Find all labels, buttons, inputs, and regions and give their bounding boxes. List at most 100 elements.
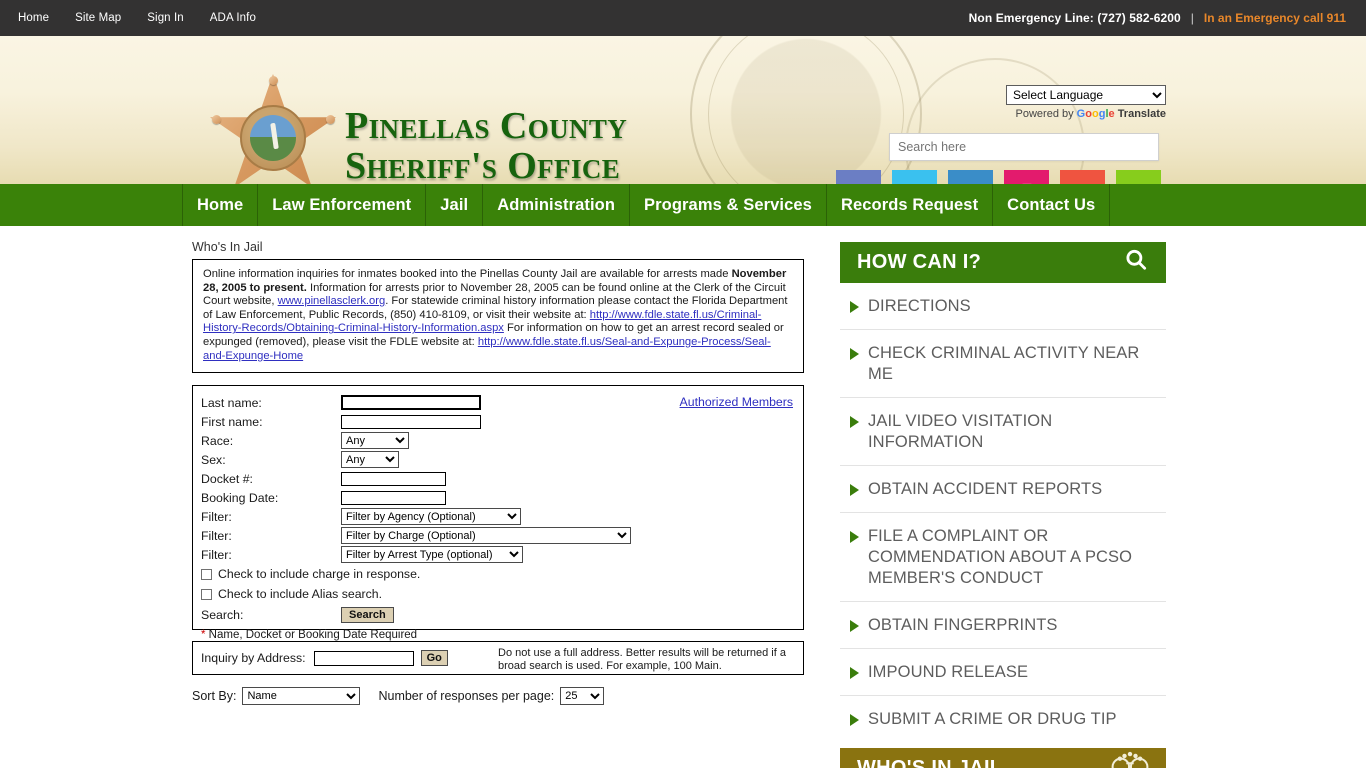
topbar-link-site-map[interactable]: Site Map <box>75 12 121 24</box>
sort-by-select[interactable]: Name <box>242 687 361 706</box>
form-row-filter-agency: Filter: Filter by Agency (Optional) <box>193 507 803 526</box>
sidebar-item-directions[interactable]: DIRECTIONS <box>840 283 1166 330</box>
form-row-filter-charge: Filter: Filter by Charge (Optional) <box>193 526 803 545</box>
sort-controls: Sort By: Name Number of responses per pa… <box>192 687 804 706</box>
topbar-link-ada-info[interactable]: ADA Info <box>210 12 256 24</box>
sidebar-item-label: SUBMIT A CRIME OR DRUG TIP <box>868 710 1117 728</box>
language-select[interactable]: Select Language <box>1006 85 1166 105</box>
inmate-search-form: Authorized Members Last name: First name… <box>192 385 804 641</box>
whos-in-jail-title: WHO'S IN JAIL <box>857 756 1003 768</box>
social-links <box>836 170 1161 184</box>
filter-charge-label: Filter: <box>201 528 232 543</box>
nav-item-administration[interactable]: Administration <box>483 184 631 226</box>
main-navigation: Home Law Enforcement Jail Administration… <box>0 184 1366 226</box>
sort-by-label: Sort By: <box>192 689 237 704</box>
sidebar-item-obtain-fingerprints[interactable]: OBTAIN FINGERPRINTS <box>840 602 1166 649</box>
booking-date-input[interactable] <box>341 490 446 505</box>
chevron-right-icon <box>850 667 859 679</box>
youtube-play-icon[interactable] <box>1060 170 1105 184</box>
notice-text-1: Online information inquiries for inmates… <box>203 268 732 280</box>
filter-arrest-type-select[interactable]: Filter by Arrest Type (optional) <box>341 546 523 564</box>
sidebar-item-label: DIRECTIONS <box>868 297 971 315</box>
sidebar-item-file-a-complaint[interactable]: FILE A COMPLAINT OR COMMENDATION ABOUT A… <box>840 513 1166 602</box>
instagram-icon[interactable] <box>1004 170 1049 184</box>
site-title: Pinellas County Sheriff's Office <box>345 106 627 184</box>
linkedin-icon[interactable] <box>948 170 993 184</box>
per-page-select[interactable]: 25 <box>560 687 605 706</box>
twitter-icon[interactable] <box>892 170 937 184</box>
address-hint: Do not use a full address. Better result… <box>498 647 786 673</box>
filter-charge-select[interactable]: Filter by Charge (Optional) <box>341 527 631 545</box>
chevron-right-icon <box>850 348 859 360</box>
page-body: Who's In Jail Online information inquiri… <box>0 226 1366 768</box>
sidebar-item-label: OBTAIN ACCIDENT REPORTS <box>868 480 1103 498</box>
nav-item-programs-services[interactable]: Programs & Services <box>630 184 827 226</box>
first-name-input[interactable] <box>341 414 481 429</box>
form-row-filter-arrest-type: Filter: Filter by Arrest Type (optional) <box>193 545 803 564</box>
google-wordmark: Google <box>1076 108 1115 120</box>
form-row-include-alias[interactable]: Check to include Alias search. <box>193 584 803 604</box>
sidebar-list: DIRECTIONS CHECK CRIMINAL ACTIVITY NEAR … <box>840 283 1166 742</box>
search-label: Search: <box>201 608 244 623</box>
inquiry-by-address-box: Inquiry by Address: Go Do not use a full… <box>192 641 804 676</box>
nav-item-records-request[interactable]: Records Request <box>827 184 994 226</box>
docket-input[interactable] <box>341 471 446 486</box>
filter-agency-label: Filter: <box>201 509 232 524</box>
nav-item-law-enforcement[interactable]: Law Enforcement <box>258 184 427 226</box>
sidebar-item-check-criminal-activity[interactable]: CHECK CRIMINAL ACTIVITY NEAR ME <box>840 330 1166 398</box>
emergency-info: Non Emergency Line: (727) 582-6200 | In … <box>969 11 1346 25</box>
handcuffs-icon <box>1108 751 1152 768</box>
topbar-link-home[interactable]: Home <box>18 12 49 24</box>
sex-select[interactable]: Any <box>341 451 399 469</box>
chevron-right-icon <box>850 620 859 632</box>
filter-agency-select[interactable]: Filter by Agency (Optional) <box>341 508 521 526</box>
booking-date-label: Booking Date: <box>201 490 279 505</box>
sidebar-item-submit-a-tip[interactable]: SUBMIT A CRIME OR DRUG TIP <box>840 696 1166 742</box>
powered-by-label: Powered by <box>1015 108 1074 120</box>
powered-by-google-translate: Powered by Google Translate <box>1006 108 1166 120</box>
facebook-icon[interactable] <box>836 170 881 184</box>
header-search-input[interactable] <box>889 133 1159 161</box>
last-name-input[interactable] <box>341 395 481 411</box>
address-go-button[interactable]: Go <box>420 650 448 667</box>
sidebar-item-jail-video-visitation[interactable]: JAIL VIDEO VISITATION INFORMATION <box>840 398 1166 466</box>
search-button[interactable]: Search <box>341 607 394 624</box>
filter-arrest-type-label: Filter: <box>201 547 232 562</box>
main-content: Online information inquiries for inmates… <box>192 259 804 706</box>
sidebar-item-obtain-accident-reports[interactable]: OBTAIN ACCIDENT REPORTS <box>840 466 1166 513</box>
sheriff-star-badge-icon <box>210 74 336 184</box>
authorized-members-link[interactable]: Authorized Members <box>680 395 793 409</box>
form-row-include-charge[interactable]: Check to include charge in response. <box>193 564 803 584</box>
form-row-first-name: First name: <box>193 412 803 431</box>
inquiry-by-address-input[interactable] <box>313 650 414 666</box>
magnifier-icon[interactable] <box>1123 247 1149 278</box>
include-charge-checkbox[interactable] <box>201 568 212 580</box>
docket-label: Docket #: <box>201 471 253 486</box>
site-title-line2: Sheriff's Office <box>345 145 621 184</box>
form-row-search: Search: Search <box>193 604 803 626</box>
sidebar-item-label: IMPOUND RELEASE <box>868 663 1029 681</box>
chevron-right-icon <box>850 416 859 428</box>
whos-in-jail-banner[interactable]: WHO'S IN JAIL <box>840 748 1166 768</box>
form-row-docket: Docket #: <box>193 469 803 488</box>
sidebar-item-impound-release[interactable]: IMPOUND RELEASE <box>840 649 1166 696</box>
first-name-label: First name: <box>201 414 263 429</box>
form-row-sex: Sex: Any <box>193 450 803 469</box>
inquiry-by-address-label: Inquiry by Address: <box>201 651 306 666</box>
jail-inquiry-notice: Online information inquiries for inmates… <box>192 259 804 374</box>
top-utility-links: Home Site Map Sign In ADA Info <box>18 12 256 24</box>
nav-item-jail[interactable]: Jail <box>426 184 484 226</box>
nav-item-home[interactable]: Home <box>182 184 259 226</box>
include-charge-label: Check to include charge in response. <box>218 567 421 582</box>
nav-item-contact-us[interactable]: Contact Us <box>993 184 1111 226</box>
topbar-link-sign-in[interactable]: Sign In <box>147 12 184 24</box>
include-alias-checkbox[interactable] <box>201 588 212 600</box>
sidebar-header: HOW CAN I? <box>840 242 1166 283</box>
race-select[interactable]: Any <box>341 432 409 450</box>
sidebar-title: HOW CAN I? <box>857 251 982 273</box>
chevron-right-icon <box>850 714 859 726</box>
site-header: Pinellas County Sheriff's Office Select … <box>0 36 1366 184</box>
nextdoor-icon[interactable] <box>1116 170 1161 184</box>
form-row-race: Race: Any <box>193 431 803 450</box>
pinellasclerk-link[interactable]: www.pinellasclerk.org <box>278 295 386 307</box>
